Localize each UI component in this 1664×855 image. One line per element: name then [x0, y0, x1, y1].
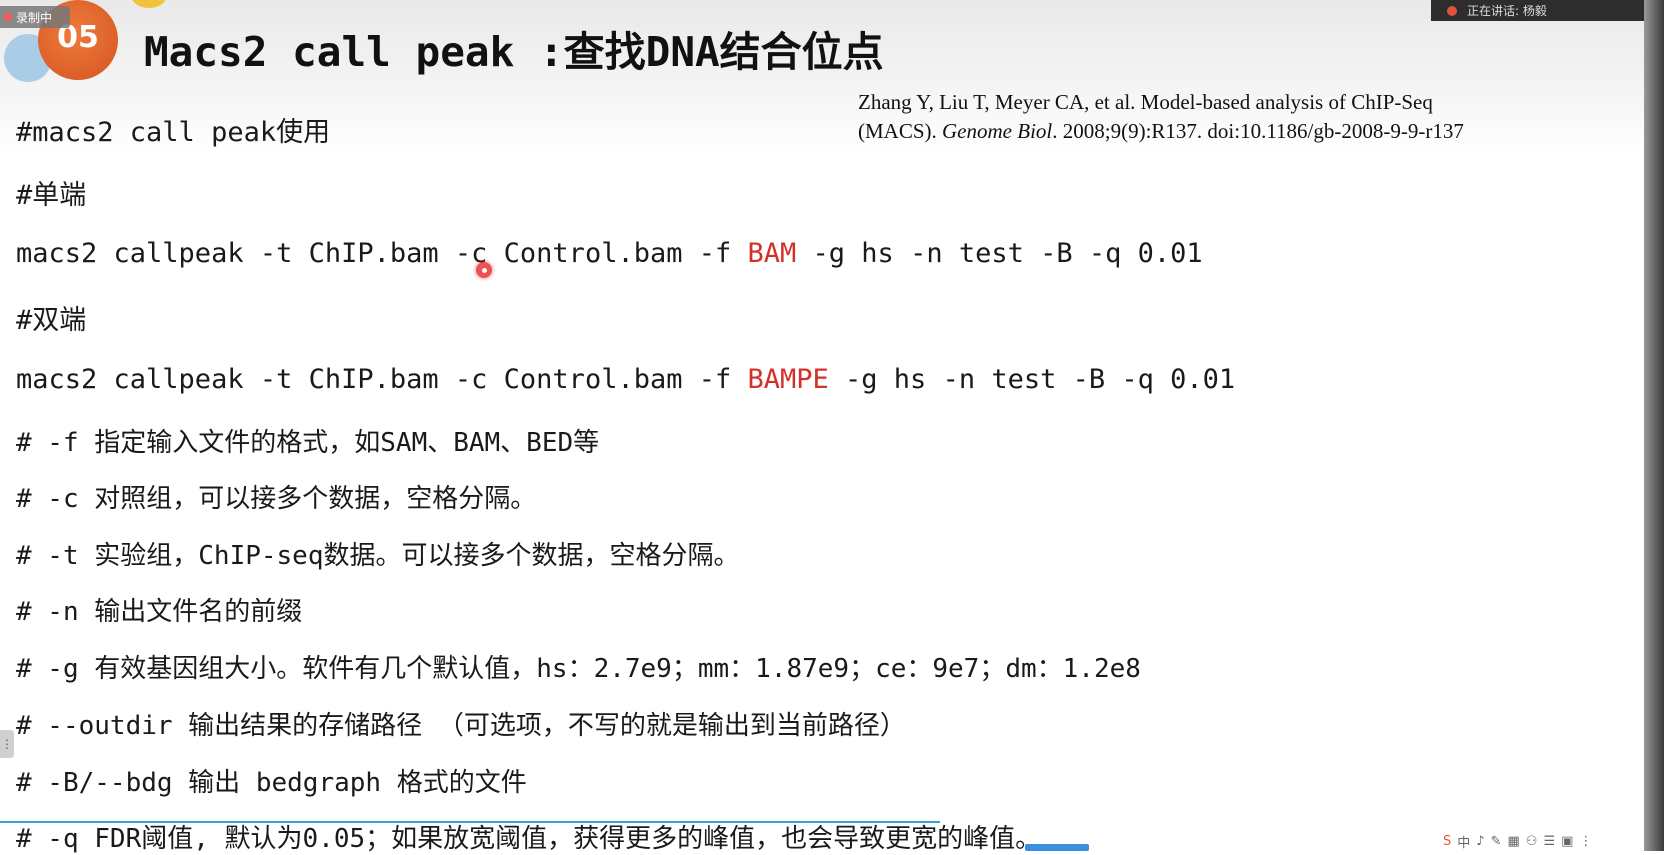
citation: Zhang Y, Liu T, Meyer CA, et al. Model-b…: [858, 88, 1464, 146]
pen-icon[interactable]: ✎: [1491, 834, 1502, 849]
more-icon[interactable]: ⋮: [1579, 834, 1592, 849]
progress-line: [0, 821, 940, 823]
citation-line-2: (MACS). Genome Biol. 2008;9(9):R137. doi…: [858, 117, 1464, 146]
recording-badge[interactable]: 录制中: [0, 6, 70, 28]
keyboard-icon[interactable]: ▦: [1507, 834, 1519, 849]
format-bampe: BAMPE: [747, 364, 829, 395]
option-c: # -c 对照组，可以接多个数据，空格分隔。: [16, 484, 537, 514]
command-prefix: macs2 callpeak -t ChIP.bam -c Control.ba…: [16, 364, 748, 395]
option-t: # -t 实验组，ChIP-seq数据。可以接多个数据，空格分隔。: [16, 541, 740, 571]
option-g: # -g 有效基因组大小。软件有几个默认值，hs：2.7e9；mm：1.87e9…: [16, 654, 1141, 684]
user-icon[interactable]: ⚇: [1526, 834, 1538, 849]
ime-logo-icon[interactable]: S: [1443, 834, 1451, 849]
side-panel-handle[interactable]: ⋮: [0, 730, 14, 758]
laser-pointer-icon: [476, 262, 492, 278]
paired-end-heading: #双端: [16, 305, 87, 336]
speaker-avatar-icon: [1447, 5, 1457, 16]
slide-title: Macs2 call peak :查找DNA结合位点: [144, 28, 884, 76]
language-icon[interactable]: 中: [1457, 832, 1470, 851]
command-prefix: macs2 callpeak -t ChIP.bam -c Control.ba…: [16, 238, 748, 269]
menu-icon[interactable]: ☰: [1543, 834, 1555, 849]
single-end-heading: #单端: [16, 180, 87, 211]
citation-prefix: (MACS).: [858, 119, 943, 143]
format-bam: BAM: [747, 238, 797, 269]
speaker-label: 正在讲话: 杨毅: [1467, 4, 1547, 18]
option-n: # -n 输出文件名的前缀: [16, 597, 303, 627]
single-end-command: macs2 callpeak -t ChIP.bam -c Control.ba…: [16, 238, 1203, 269]
usage-heading: #macs2 call peak使用: [16, 117, 331, 148]
command-suffix: -g hs -n test -B -q 0.01: [828, 364, 1236, 395]
command-suffix: -g hs -n test -B -q 0.01: [796, 238, 1203, 269]
citation-journal: Genome Biol: [942, 119, 1053, 143]
window-edge: [1644, 0, 1664, 851]
screen-icon[interactable]: ▣: [1561, 834, 1573, 849]
option-f: # -f 指定输入文件的格式，如SAM、BAM、BED等: [16, 428, 600, 458]
system-tray: S 中 ♪ ✎ ▦ ⚇ ☰ ▣ ⋮: [1443, 832, 1639, 851]
option-B: # -B/--bdg 输出 bedgraph 格式的文件: [16, 768, 527, 798]
recording-label: 录制中: [16, 10, 53, 25]
record-icon: [4, 13, 12, 21]
option-q: # -q FDR阈值, 默认为0.05；如果放宽阈值，获得更多的峰值，也会导致更…: [16, 824, 1042, 854]
citation-line-1: Zhang Y, Liu T, Meyer CA, et al. Model-b…: [858, 90, 1433, 114]
audio-icon[interactable]: ♪: [1476, 834, 1484, 849]
paired-end-command: macs2 callpeak -t ChIP.bam -c Control.ba…: [16, 364, 1235, 395]
taskbar-indicator: [1025, 844, 1089, 851]
citation-suffix: . 2008;9(9):R137. doi:10.1186/gb-2008-9-…: [1052, 119, 1464, 143]
speaker-indicator: 正在讲话: 杨毅: [1431, 0, 1644, 21]
option-outdir: # --outdir 输出结果的存储路径 （可选项，不写的就是输出到当前路径）: [16, 711, 906, 741]
